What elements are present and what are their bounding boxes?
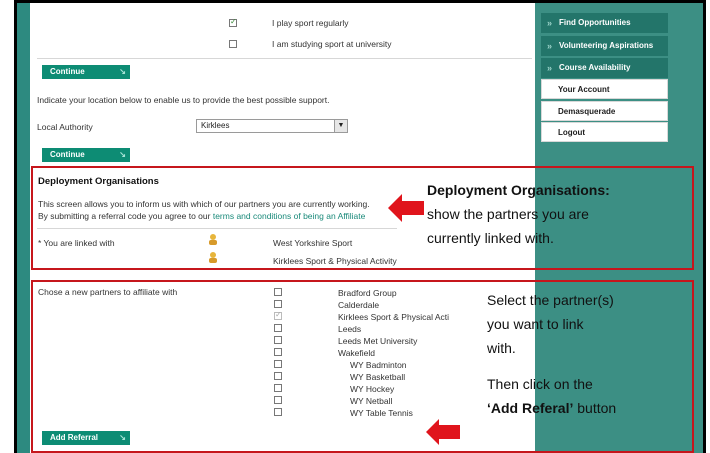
callout-select-line2: you want to link — [487, 316, 584, 332]
terms-link[interactable]: terms and conditions of being an Affilia… — [213, 211, 365, 221]
chevron-right-icon: ↘ — [119, 150, 126, 159]
partner-checkbox[interactable] — [274, 300, 282, 308]
partner-name: WY Badminton — [350, 360, 407, 370]
location-prompt: Indicate your location below to enable u… — [37, 95, 330, 105]
partner-name: WY Netball — [350, 396, 393, 406]
partner-checkbox — [274, 310, 282, 320]
chevron-right-icon: » — [547, 41, 553, 51]
partner-checkbox[interactable] — [274, 396, 282, 404]
partner-icon — [209, 234, 217, 245]
partner-name: Leeds — [338, 324, 362, 334]
sidebar-item-demasquerade[interactable]: Demasquerade — [541, 101, 668, 121]
callout-select-line3: with. — [487, 340, 516, 356]
partner-checkbox[interactable] — [274, 324, 282, 332]
partner-checkbox[interactable] — [274, 288, 282, 296]
callout-select-line1: Select the partner(s) — [487, 292, 614, 308]
deployment-description-2: By submitting a referral code you agree … — [38, 211, 366, 221]
partner-checkbox[interactable] — [274, 372, 282, 380]
partner-name: WY Table Tennis — [350, 408, 413, 418]
chevron-right-icon: » — [547, 63, 553, 73]
partner-name: WY Hockey — [350, 384, 395, 394]
callout-then-line2: ‘Add Referal’ button — [487, 400, 617, 416]
continue-button[interactable]: Continue ↘ — [42, 65, 130, 79]
linked-partner: Kirklees Sport & Physical Activity — [273, 256, 397, 266]
partner-icon — [209, 252, 217, 263]
add-referral-button[interactable]: Add Referral ↘ — [42, 431, 130, 445]
local-authority-select[interactable]: Kirklees ▼ — [196, 119, 348, 133]
sidebar-item-course-availability[interactable]: » Course Availability — [541, 58, 668, 78]
sidebar-item-your-account[interactable]: Your Account — [541, 79, 668, 99]
chevron-right-icon: » — [547, 18, 553, 28]
chevron-right-icon: ↘ — [119, 433, 126, 442]
partner-name: Leeds Met University — [338, 336, 418, 346]
sport-university-label: I am studying sport at university — [272, 39, 392, 49]
sidebar-item-volunteering-aspirations[interactable]: » Volunteering Aspirations — [541, 36, 668, 56]
sidebar-item-logout[interactable]: Logout — [541, 122, 668, 142]
sport-university-checkbox[interactable] — [229, 40, 237, 48]
linked-partner: West Yorkshire Sport — [273, 238, 353, 248]
linked-with-label: * You are linked with — [38, 238, 115, 248]
partner-checkbox[interactable] — [274, 384, 282, 392]
partner-name: Wakefield — [338, 348, 376, 358]
partner-checkbox[interactable] — [274, 408, 282, 416]
partner-checkbox[interactable] — [274, 348, 282, 356]
partner-name: WY Basketball — [350, 372, 406, 382]
red-arrow-left-icon — [426, 419, 460, 445]
deployment-heading: Deployment Organisations — [38, 176, 159, 187]
red-arrow-left-icon — [388, 194, 424, 222]
divider — [37, 228, 397, 229]
callout-deployment-line1: show the partners you are — [427, 206, 589, 222]
left-stripe — [17, 3, 30, 453]
continue-button-location[interactable]: Continue ↘ — [42, 148, 130, 162]
partner-checkbox[interactable] — [274, 360, 282, 368]
partner-name: Kirklees Sport & Physical Acti — [338, 312, 450, 322]
local-authority-label: Local Authority — [37, 122, 93, 132]
partner-checkbox[interactable] — [274, 336, 282, 344]
sport-regularly-label: I play sport regularly — [272, 18, 349, 28]
deployment-description-1: This screen allows you to inform us with… — [38, 199, 370, 209]
partner-name: Bradford Group — [338, 288, 397, 298]
affiliate-label: Chose a new partners to affiliate with — [38, 287, 178, 297]
chevron-right-icon: ↘ — [119, 67, 126, 76]
sport-regularly-checkbox[interactable] — [229, 17, 237, 27]
partner-name: Calderdale — [338, 300, 380, 310]
chevron-down-icon: ▼ — [334, 120, 347, 132]
callout-then-line1: Then click on the — [487, 376, 593, 392]
callout-deployment-line2: currently linked with. — [427, 230, 554, 246]
sidebar-item-find-opportunities[interactable]: » Find Opportunities — [541, 13, 668, 33]
callout-deployment-title: Deployment Organisations: — [427, 182, 610, 198]
divider — [37, 58, 532, 59]
